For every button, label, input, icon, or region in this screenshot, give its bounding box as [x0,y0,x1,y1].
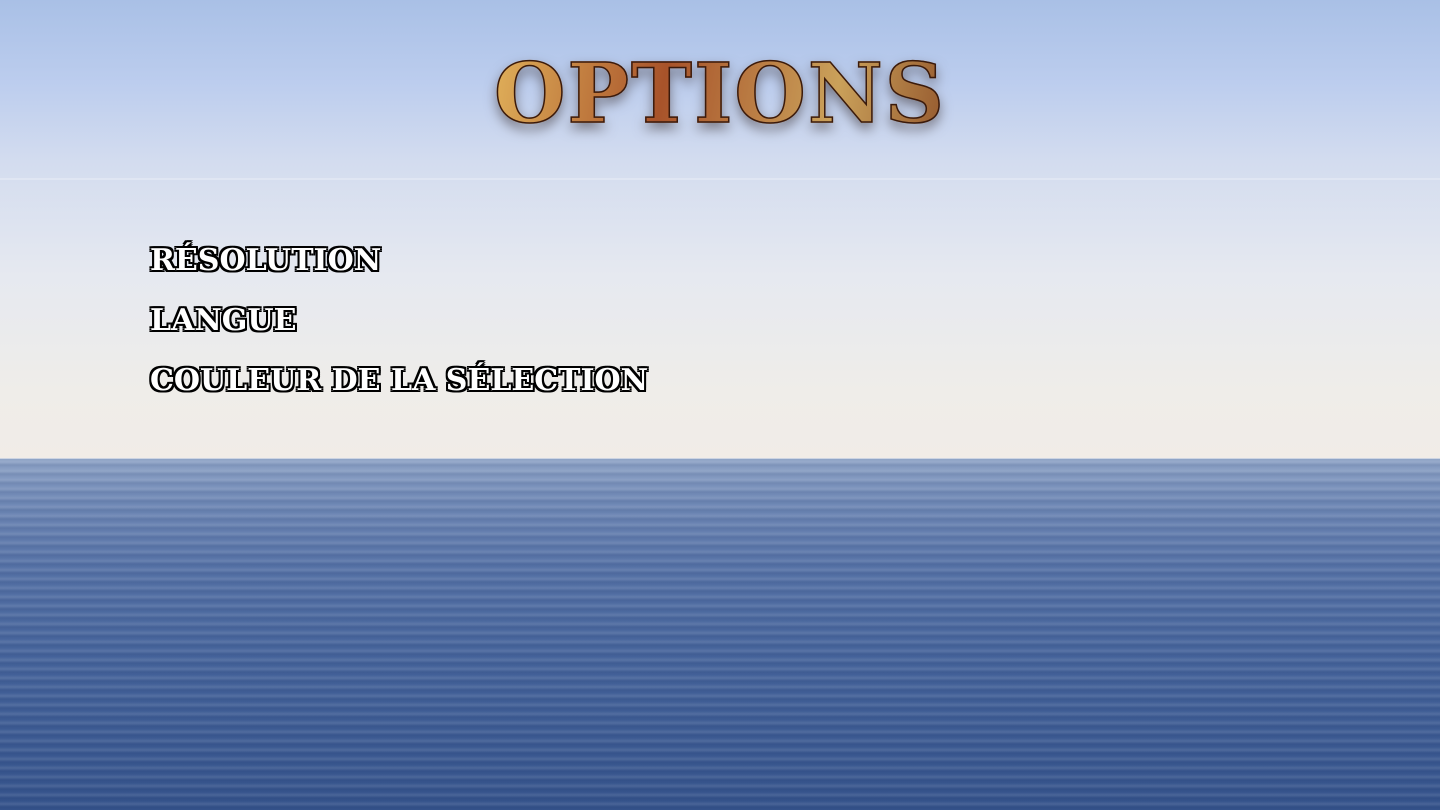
menu-item-selection-color[interactable]: COULEUR DE LA SÉLECTION [150,356,850,416]
options-menu: RÉSOLUTION LANGUE COULEUR DE LA SÉLECTIO… [150,236,850,416]
menu-item-language[interactable]: LANGUE [150,296,850,356]
sky-band [0,178,1440,180]
menu-item-resolution[interactable]: RÉSOLUTION [150,236,850,296]
sea-background [0,459,1440,810]
page-title: OPTIONS [0,44,1440,144]
options-screen: OPTIONS RÉSOLUTION LANGUE COULEUR DE LA … [0,0,1440,810]
